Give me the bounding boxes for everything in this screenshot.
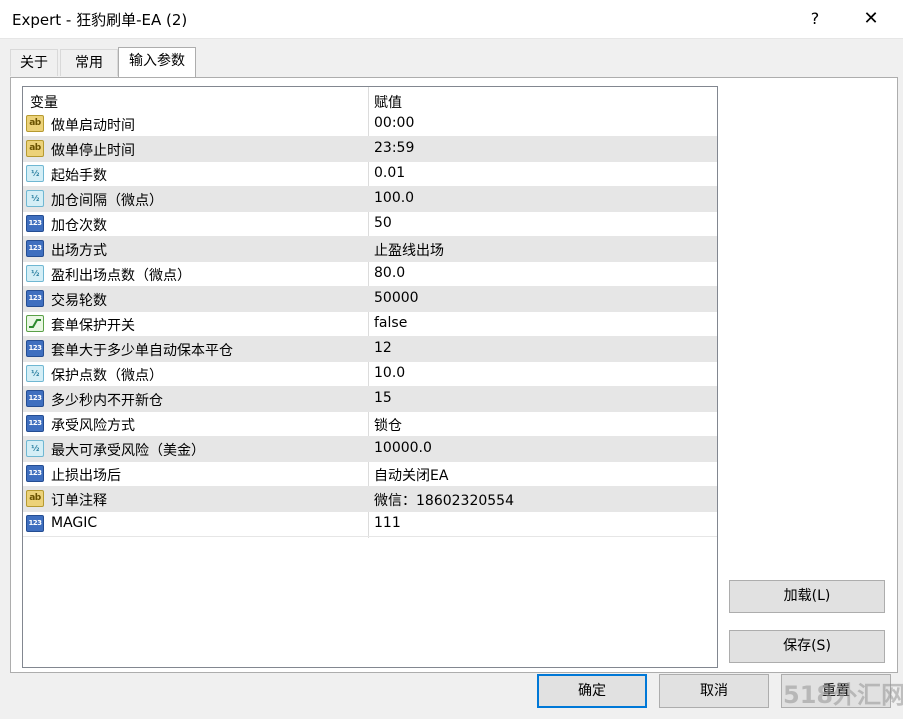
variable-value[interactable]: 111 [374, 515, 401, 531]
table-row[interactable]: ½ 盈利出场点数（微点） 80.0 [23, 262, 717, 287]
integer-type-icon: 123 [26, 290, 44, 307]
cancel-button[interactable]: 取消 [659, 674, 769, 708]
table-row[interactable]: 123 套单大于多少单自动保本平仓 12 [23, 337, 717, 362]
variable-name: 止损出场后 [51, 468, 121, 484]
header-variable[interactable]: 变量 [30, 92, 58, 112]
string-type-icon: ab [26, 140, 44, 157]
integer-type-icon: 123 [26, 215, 44, 232]
window-title: Expert - 狂豹刷单-EA (2) [12, 11, 188, 29]
variable-name: 套单大于多少单自动保本平仓 [51, 343, 233, 359]
variable-value[interactable]: 微信：18602320554 [374, 490, 514, 510]
variable-value[interactable]: 10000.0 [374, 440, 432, 456]
table-row[interactable]: ½ 保护点数（微点） 10.0 [23, 362, 717, 387]
table-row[interactable]: 123 止损出场后 自动关闭EA [23, 462, 717, 487]
variable-name: 套单保护开关 [51, 318, 135, 334]
variable-value[interactable]: 0.01 [374, 165, 405, 181]
help-button[interactable]: ? [800, 6, 830, 32]
table-row[interactable]: 123 交易轮数 50000 [23, 287, 717, 312]
table-row[interactable]: 123 出场方式 止盈线出场 [23, 237, 717, 262]
table-row[interactable]: ab 做单停止时间 23:59 [23, 137, 717, 162]
integer-type-icon: 123 [26, 390, 44, 407]
table-row[interactable]: 123 承受风险方式 锁仓 [23, 412, 717, 437]
string-type-icon: ab [26, 115, 44, 132]
variable-value[interactable]: 50000 [374, 290, 419, 306]
variable-value[interactable]: 锁仓 [374, 415, 402, 435]
table-row[interactable]: 123 加仓次数 50 [23, 212, 717, 237]
double-type-icon: ½ [26, 190, 44, 207]
variable-value[interactable]: 100.0 [374, 190, 414, 206]
table-row[interactable]: ½ 起始手数 0.01 [23, 162, 717, 187]
integer-type-icon: 123 [26, 340, 44, 357]
variable-name: 最大可承受风险（美金） [51, 443, 205, 459]
double-type-icon: ½ [26, 265, 44, 282]
variable-name: 加仓次数 [51, 218, 107, 234]
tab-common[interactable]: 常用 [60, 49, 118, 76]
header-value[interactable]: 赋值 [374, 92, 402, 112]
variable-name: 加仓间隔（微点） [51, 193, 163, 209]
integer-type-icon: 123 [26, 415, 44, 432]
variable-value[interactable]: false [374, 315, 407, 331]
table-header: 变量 赋值 [23, 87, 717, 112]
variable-name: 交易轮数 [51, 293, 107, 309]
variable-value[interactable]: 12 [374, 340, 392, 356]
close-button[interactable]: ✕ [856, 6, 886, 32]
variable-value[interactable]: 止盈线出场 [374, 240, 444, 260]
variable-value[interactable]: 00:00 [374, 115, 414, 131]
variable-name: 多少秒内不开新仓 [51, 393, 163, 409]
variable-name: MAGIC [51, 515, 98, 531]
table-rows: ab 做单启动时间 00:00 ab 做单停止时间 23:59 ½ 起始手数 0.01 ½ 加仓间隔… [23, 112, 717, 537]
variable-name: 保护点数（微点） [51, 368, 163, 384]
double-type-icon: ½ [26, 440, 44, 457]
integer-type-icon: 123 [26, 240, 44, 257]
title-bar: Expert - 狂豹刷单-EA (2) ? ✕ [0, 0, 903, 39]
double-type-icon: ½ [26, 165, 44, 182]
variable-name: 承受风险方式 [51, 418, 135, 434]
variable-value[interactable]: 10.0 [374, 365, 405, 381]
table-row[interactable]: 123 多少秒内不开新仓 15 [23, 387, 717, 412]
variable-value[interactable]: 23:59 [374, 140, 414, 156]
table-row[interactable]: ab 做单启动时间 00:00 [23, 112, 717, 137]
variable-value[interactable]: 80.0 [374, 265, 405, 281]
table-row[interactable]: 123 MAGIC 111 [23, 512, 717, 537]
double-type-icon: ½ [26, 365, 44, 382]
save-button[interactable]: 保存(S) [729, 630, 885, 663]
variable-name: 起始手数 [51, 168, 107, 184]
variable-name: 出场方式 [51, 243, 107, 259]
tab-inputs[interactable]: 输入参数 [118, 47, 196, 77]
integer-type-icon: 123 [26, 515, 44, 532]
reset-button[interactable]: 重置 [781, 674, 891, 708]
integer-type-icon: 123 [26, 465, 44, 482]
table-row[interactable]: ½ 加仓间隔（微点） 100.0 [23, 187, 717, 212]
parameters-table[interactable]: 变量 赋值 ab 做单启动时间 00:00 ab 做单停止时间 23:59 ½ 起始手数 0.0… [22, 86, 718, 668]
table-row[interactable]: ½ 最大可承受风险（美金） 10000.0 [23, 437, 717, 462]
table-row[interactable]: ab 订单注释 微信：18602320554 [23, 487, 717, 512]
ok-button[interactable]: 确定 [537, 674, 647, 708]
variable-name: 做单启动时间 [51, 118, 135, 134]
variable-name: 订单注释 [51, 493, 107, 509]
variable-value[interactable]: 15 [374, 390, 392, 406]
variable-value[interactable]: 自动关闭EA [374, 465, 448, 485]
variable-name: 盈利出场点数（微点） [51, 268, 191, 284]
variable-value[interactable]: 50 [374, 215, 392, 231]
variable-name: 做单停止时间 [51, 143, 135, 159]
string-type-icon: ab [26, 490, 44, 507]
bool-type-icon [26, 315, 44, 332]
table-row[interactable]: 套单保护开关 false [23, 312, 717, 337]
load-button[interactable]: 加载(L) [729, 580, 885, 613]
tab-about[interactable]: 关于 [10, 49, 58, 76]
